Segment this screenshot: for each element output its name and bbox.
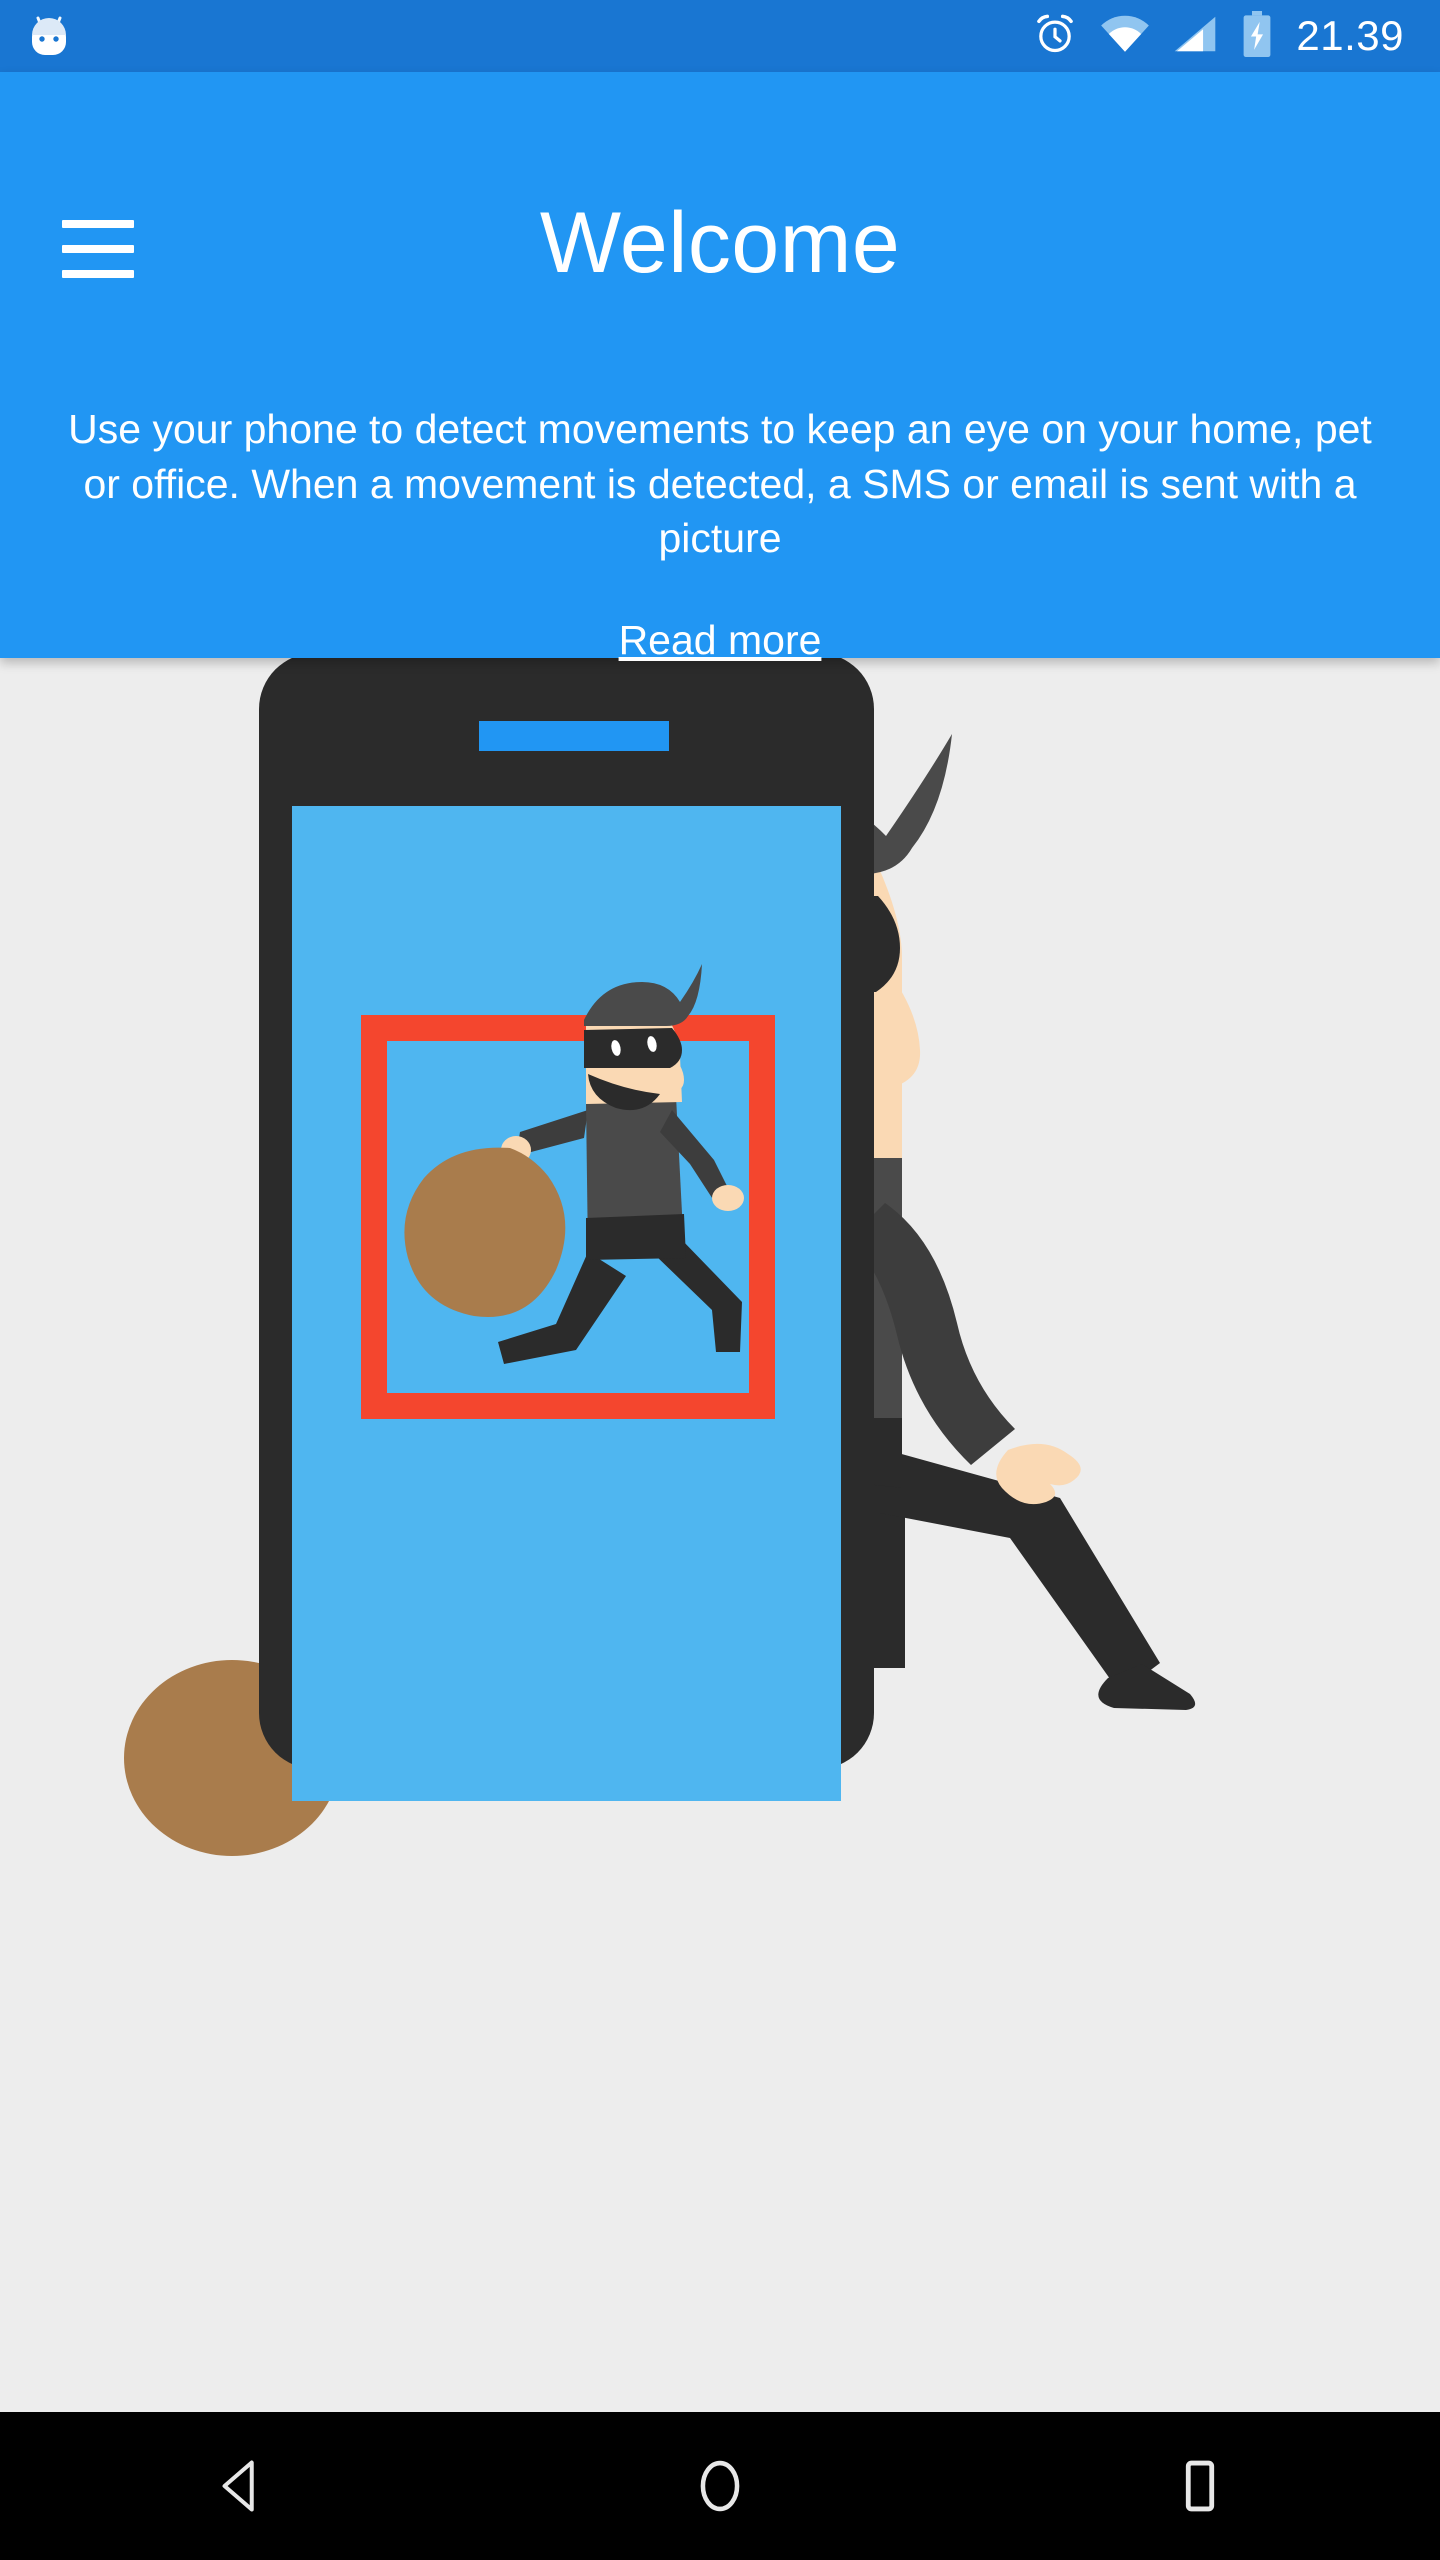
read-more-link[interactable]: Read more bbox=[0, 617, 1440, 664]
battery-charging-icon bbox=[1240, 10, 1274, 62]
home-nav-button[interactable] bbox=[630, 2412, 810, 2560]
phone-speaker bbox=[479, 721, 669, 751]
status-bar-right: 21.39 bbox=[1032, 10, 1440, 62]
phone-mockup bbox=[259, 658, 874, 1801]
android-navigation-bar bbox=[0, 2412, 1440, 2560]
android-marshmallow-logo-icon bbox=[26, 9, 72, 64]
cellular-signal-icon bbox=[1172, 14, 1218, 59]
status-bar: 21.39 bbox=[0, 0, 1440, 72]
alarm-icon bbox=[1032, 11, 1078, 62]
header-description: Use your phone to detect movements to ke… bbox=[68, 406, 1372, 562]
app-screen: 21.39 Welcome Use your phone to detect m… bbox=[0, 0, 1440, 2560]
wifi-icon bbox=[1100, 14, 1150, 59]
status-bar-clock: 21.39 bbox=[1296, 12, 1404, 59]
onboarding-content: SKIP SETUP AND START NOW bbox=[0, 658, 1440, 2412]
welcome-header: Welcome Use your phone to detect movemen… bbox=[0, 72, 1440, 663]
recents-nav-button[interactable] bbox=[1110, 2412, 1290, 2560]
page-title: Welcome bbox=[539, 195, 901, 291]
motion-detection-burglar-illustration bbox=[0, 658, 1440, 1958]
status-bar-left bbox=[0, 9, 72, 64]
back-nav-button[interactable] bbox=[150, 2412, 330, 2560]
